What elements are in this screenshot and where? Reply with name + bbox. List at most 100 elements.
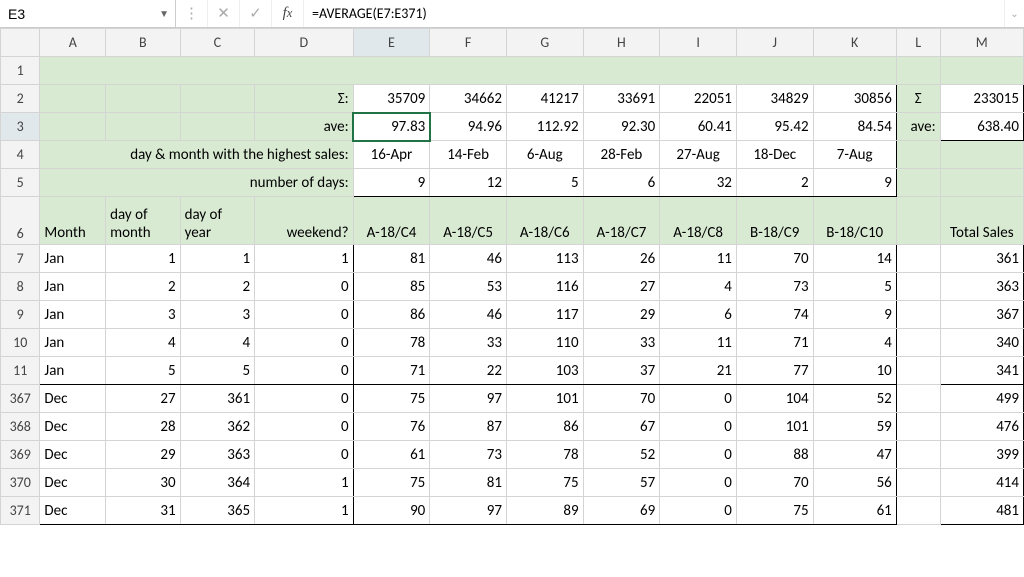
cell[interactable]: 74 bbox=[736, 301, 813, 329]
cell[interactable]: 9 bbox=[813, 169, 896, 197]
cell[interactable]: 52 bbox=[583, 441, 660, 469]
active-cell[interactable]: 97.83 bbox=[353, 113, 430, 141]
col-header[interactable]: I bbox=[660, 29, 737, 57]
cell[interactable]: 638.40 bbox=[940, 113, 1023, 141]
row-header[interactable]: 10 bbox=[1, 329, 40, 357]
cell[interactable]: 364 bbox=[180, 469, 254, 497]
row-header[interactable]: 9 bbox=[1, 301, 40, 329]
cell[interactable]: 52 bbox=[813, 385, 896, 413]
cell[interactable]: 1 bbox=[106, 245, 180, 273]
cell[interactable]: 94.96 bbox=[430, 113, 507, 141]
cell[interactable]: 70 bbox=[736, 469, 813, 497]
cell[interactable]: 2 bbox=[180, 273, 254, 301]
cell[interactable]: 0 bbox=[660, 413, 737, 441]
row-header[interactable]: 5 bbox=[1, 169, 40, 197]
cell[interactable]: 399 bbox=[940, 441, 1023, 469]
cell[interactable]: 5 bbox=[180, 357, 254, 385]
col-header[interactable]: G bbox=[506, 29, 583, 57]
cell[interactable]: Dec bbox=[40, 469, 106, 497]
col-header[interactable]: B bbox=[106, 29, 180, 57]
cell[interactable]: 31 bbox=[106, 497, 180, 525]
cell[interactable]: 89 bbox=[506, 497, 583, 525]
cell[interactable]: 28-Feb bbox=[583, 141, 660, 169]
cell[interactable]: 22 bbox=[430, 357, 507, 385]
cell[interactable] bbox=[40, 113, 106, 141]
cell[interactable]: 363 bbox=[940, 273, 1023, 301]
label-ndays[interactable]: number of days: bbox=[40, 169, 353, 197]
cell[interactable]: 84.54 bbox=[813, 113, 896, 141]
label-ave[interactable]: ave: bbox=[255, 113, 354, 141]
cell[interactable]: 34662 bbox=[430, 85, 507, 113]
cell[interactable]: 30856 bbox=[813, 85, 896, 113]
cell[interactable] bbox=[40, 57, 896, 85]
cell[interactable] bbox=[940, 141, 1023, 169]
cell[interactable]: 11 bbox=[660, 245, 737, 273]
cell[interactable]: 101 bbox=[736, 413, 813, 441]
cell[interactable]: 365 bbox=[180, 497, 254, 525]
cell[interactable]: 112.92 bbox=[506, 113, 583, 141]
label-sigma-total[interactable]: Σ bbox=[896, 85, 940, 113]
cell[interactable]: 341 bbox=[940, 357, 1023, 385]
cell[interactable]: 69 bbox=[583, 497, 660, 525]
cell[interactable] bbox=[180, 113, 254, 141]
cell[interactable]: 34829 bbox=[736, 85, 813, 113]
cell[interactable]: 103 bbox=[506, 357, 583, 385]
cell[interactable]: 14-Feb bbox=[430, 141, 507, 169]
cell[interactable]: 37 bbox=[583, 357, 660, 385]
row-header[interactable]: 2 bbox=[1, 85, 40, 113]
cell[interactable] bbox=[896, 169, 940, 197]
fx-icon[interactable]: fx bbox=[272, 0, 304, 27]
header-product[interactable]: A-18/C6 bbox=[506, 197, 583, 245]
cell[interactable]: 75 bbox=[506, 469, 583, 497]
cell[interactable]: 73 bbox=[736, 273, 813, 301]
cell[interactable]: 97 bbox=[430, 497, 507, 525]
cell[interactable]: 70 bbox=[583, 385, 660, 413]
cell[interactable] bbox=[40, 85, 106, 113]
name-box[interactable] bbox=[0, 0, 175, 27]
row-header[interactable]: 8 bbox=[1, 273, 40, 301]
cell[interactable]: 75 bbox=[353, 385, 430, 413]
cell[interactable]: 0 bbox=[255, 413, 354, 441]
cell[interactable]: 60.41 bbox=[660, 113, 737, 141]
cell[interactable] bbox=[896, 273, 940, 301]
cell[interactable]: 0 bbox=[255, 329, 354, 357]
cell[interactable]: 104 bbox=[736, 385, 813, 413]
cell[interactable]: 113 bbox=[506, 245, 583, 273]
col-header[interactable]: J bbox=[736, 29, 813, 57]
cell[interactable]: 67 bbox=[583, 413, 660, 441]
cell[interactable] bbox=[180, 85, 254, 113]
row-header[interactable]: 369 bbox=[1, 441, 40, 469]
row-header[interactable]: 370 bbox=[1, 469, 40, 497]
cell[interactable]: 46 bbox=[430, 245, 507, 273]
cell[interactable]: 71 bbox=[353, 357, 430, 385]
cell[interactable]: 90 bbox=[353, 497, 430, 525]
header-product[interactable]: B-18/C9 bbox=[736, 197, 813, 245]
cell[interactable]: 73 bbox=[430, 441, 507, 469]
col-header[interactable]: C bbox=[180, 29, 254, 57]
cell[interactable]: 0 bbox=[255, 385, 354, 413]
col-header[interactable]: E bbox=[353, 29, 430, 57]
label-highest[interactable]: day & month with the highest sales: bbox=[40, 141, 353, 169]
cell[interactable]: 78 bbox=[353, 329, 430, 357]
col-header[interactable]: K bbox=[813, 29, 896, 57]
cell[interactable]: Dec bbox=[40, 385, 106, 413]
header-weekend[interactable]: weekend? bbox=[255, 197, 354, 245]
cell[interactable] bbox=[896, 57, 940, 85]
cell[interactable]: 12 bbox=[430, 169, 507, 197]
cell[interactable]: 46 bbox=[430, 301, 507, 329]
cell[interactable] bbox=[896, 469, 940, 497]
cell[interactable] bbox=[896, 497, 940, 525]
row-header[interactable]: 6 bbox=[1, 197, 40, 245]
cell[interactable]: 0 bbox=[255, 441, 354, 469]
col-header[interactable]: A bbox=[40, 29, 106, 57]
col-header[interactable]: L bbox=[896, 29, 940, 57]
col-header[interactable]: H bbox=[583, 29, 660, 57]
confirm-icon[interactable]: ✓ bbox=[240, 0, 272, 27]
row-header[interactable]: 367 bbox=[1, 385, 40, 413]
cell[interactable] bbox=[896, 197, 940, 245]
cell[interactable]: 7-Aug bbox=[813, 141, 896, 169]
cell[interactable]: 481 bbox=[940, 497, 1023, 525]
cell[interactable]: 116 bbox=[506, 273, 583, 301]
cell[interactable]: Jan bbox=[40, 357, 106, 385]
cell[interactable]: 1 bbox=[255, 245, 354, 273]
